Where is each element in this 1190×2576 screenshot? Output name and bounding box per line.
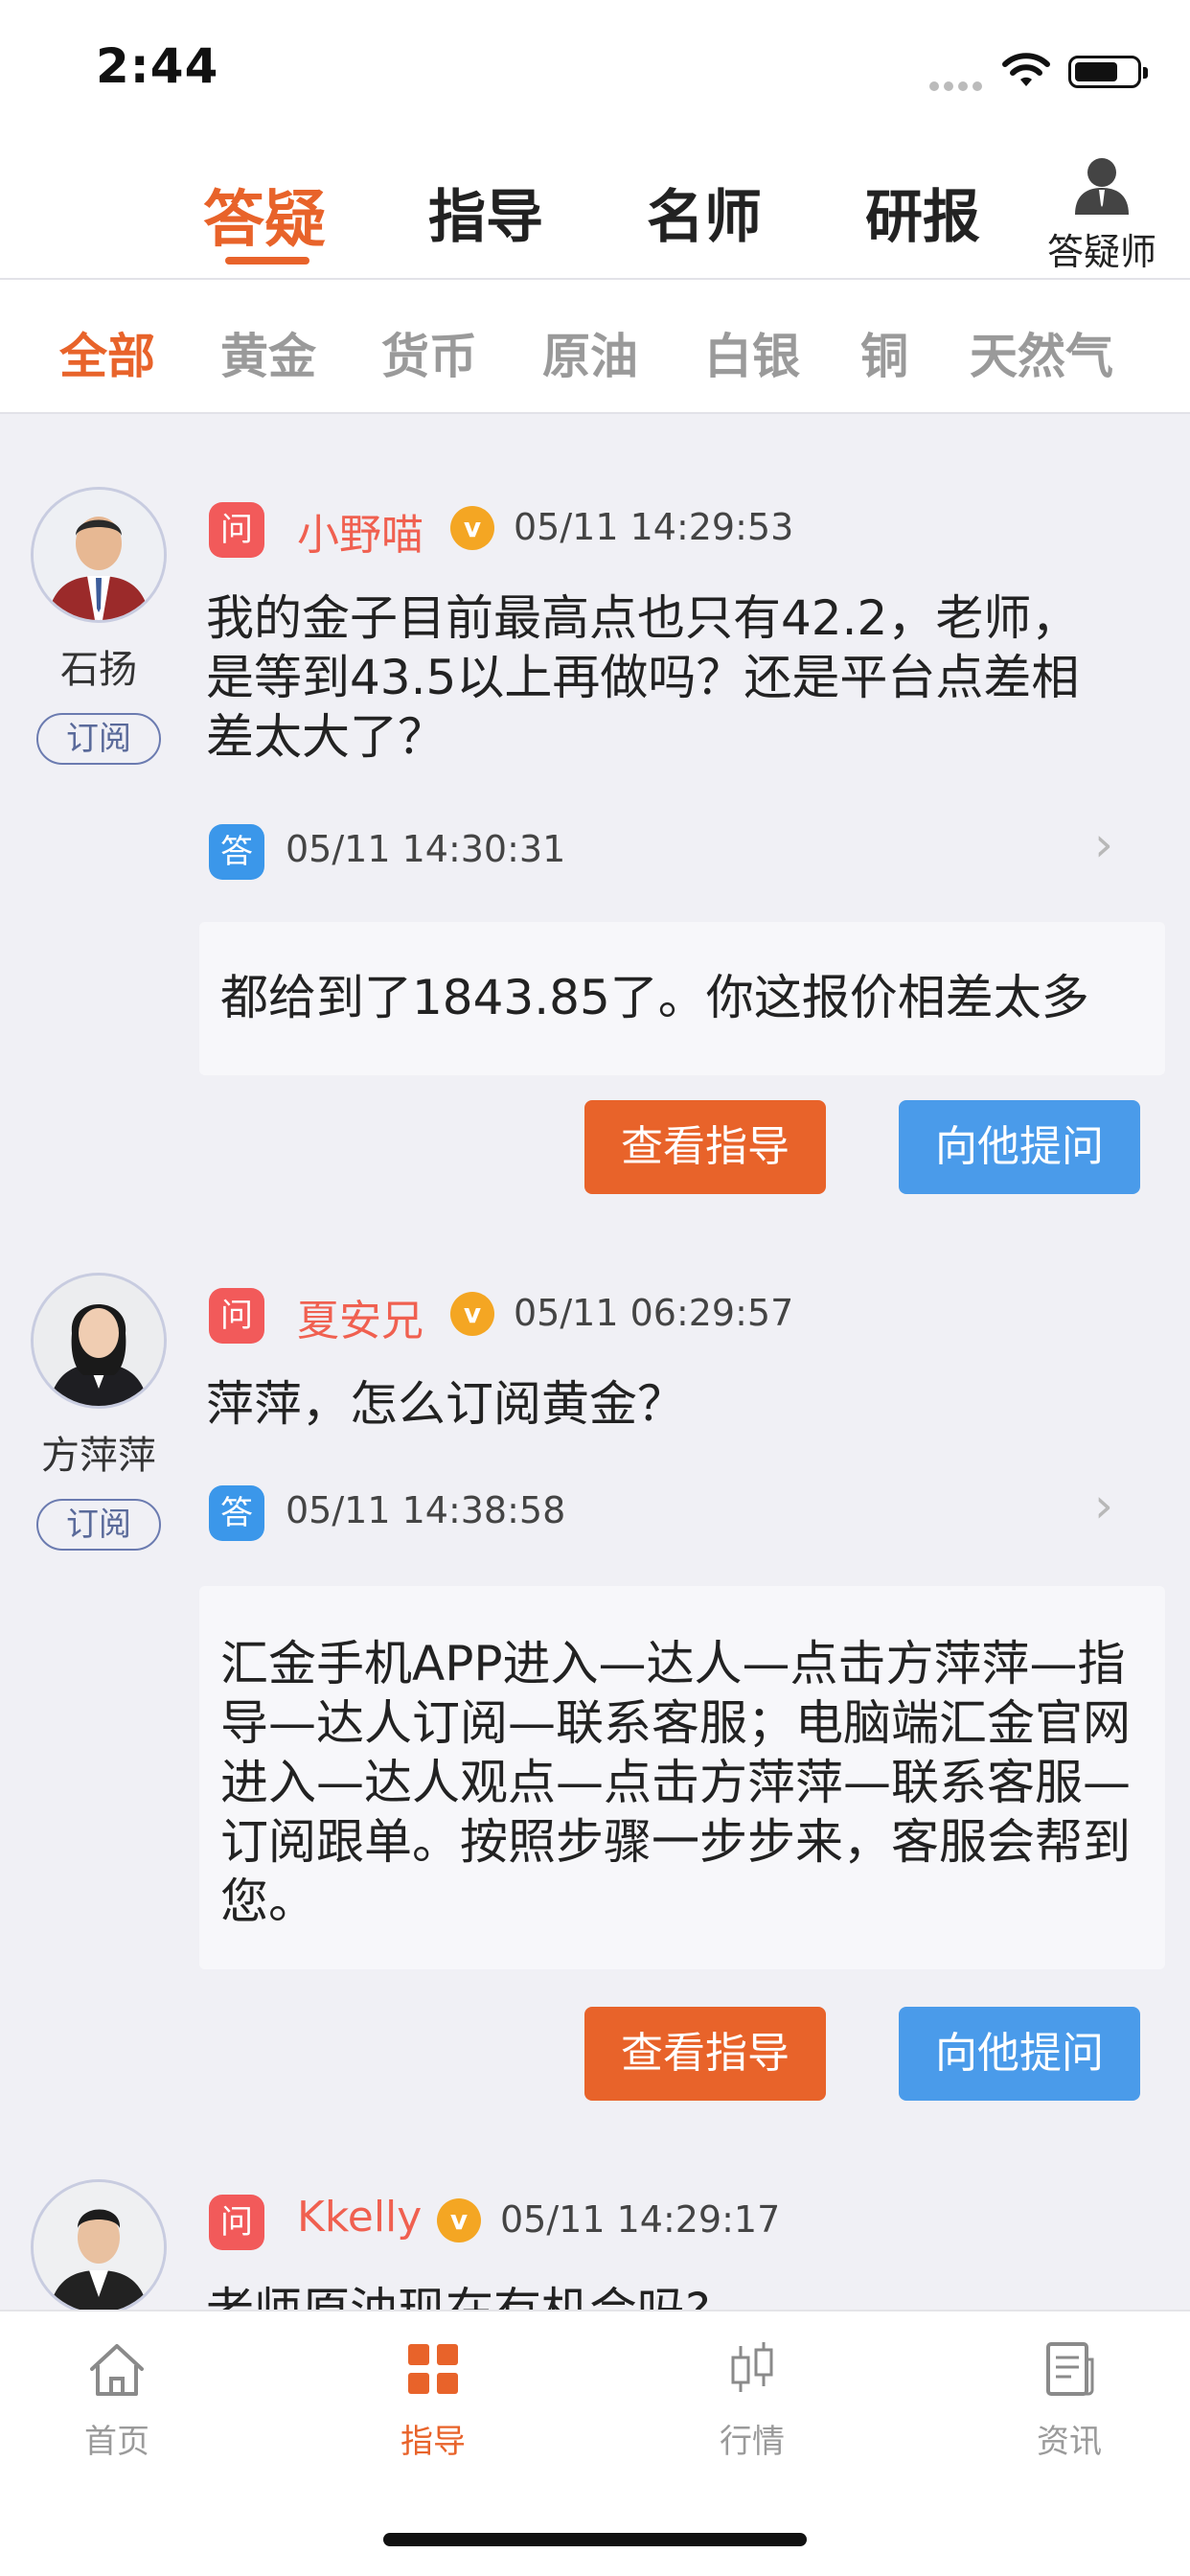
nav-market[interactable]: 行情 [675, 2340, 829, 2462]
avatar[interactable] [31, 2179, 167, 2310]
chevron-right-icon[interactable]: › [1094, 1478, 1113, 1533]
category-copper[interactable]: 铜 [860, 318, 908, 387]
cellular-signal-icon [929, 77, 987, 91]
answer-badge: 答 [209, 1485, 264, 1541]
qa-teacher-button[interactable]: 答疑师 [1035, 155, 1169, 275]
category-crude-oil[interactable]: 原油 [542, 318, 638, 387]
answer-time: 05/11 14:30:31 [286, 828, 566, 870]
nav-guidance-label: 指导 [400, 2423, 466, 2461]
vip-icon: v [450, 1292, 494, 1336]
qa-card: 问 Kkelly v 05/11 14:29:17 老师原油现在有机会吗? [0, 2172, 1190, 2310]
answer-text: 汇金手机APP进入—达人—点击方萍萍—指导—达人订阅—联系客服；电脑端汇金官网进… [220, 1636, 1131, 1929]
ask-him-button[interactable]: 向他提问 [899, 2007, 1140, 2101]
answer-text: 都给到了1843.85了。你这报价相差太多 [220, 970, 1089, 1025]
question-text: 萍萍，怎么订阅黄金？ [206, 1376, 685, 1432]
nav-news-label: 资讯 [1037, 2423, 1102, 2461]
asker-name: 小野喵 [297, 511, 423, 560]
subscribe-button[interactable]: 订阅 [36, 1499, 161, 1551]
question-text: 我的金子目前最高点也只有42.2，老师，是等到43.5以上再做吗？还是平台点差相… [206, 590, 1080, 765]
question-time: 05/11 14:29:17 [500, 2198, 781, 2241]
status-bar: 2:44 [0, 0, 1190, 134]
asker-name: 夏安兄 [297, 1297, 423, 1346]
answer-box: 汇金手机APP进入—达人—点击方萍萍—指导—达人订阅—联系客服；电脑端汇金官网进… [199, 1586, 1165, 1969]
candlestick-icon [731, 2342, 773, 2392]
teacher-avatar-icon [1075, 158, 1129, 215]
question-time: 05/11 06:29:57 [514, 1292, 794, 1334]
subscribe-button[interactable]: 订阅 [36, 713, 161, 765]
category-silver[interactable]: 白银 [704, 318, 800, 387]
nav-home-label: 首页 [84, 2423, 149, 2461]
answer-box: 都给到了1843.85了。你这报价相差太多 [199, 922, 1165, 1075]
answer-time: 05/11 14:38:58 [286, 1489, 566, 1531]
category-filter-bar: 全部 黄金 货币 原油 白银 铜 天然气 [0, 278, 1190, 414]
category-currency[interactable]: 货币 [381, 318, 477, 387]
avatar[interactable] [31, 1273, 167, 1409]
status-time: 2:44 [96, 38, 219, 94]
question-badge: 问 [209, 1288, 264, 1344]
wifi-icon [1002, 53, 1050, 86]
active-tab-indicator [225, 257, 309, 264]
home-icon [90, 2344, 144, 2396]
answer-badge: 答 [209, 824, 264, 880]
chevron-right-icon[interactable]: › [1094, 816, 1113, 872]
category-natural-gas[interactable]: 天然气 [970, 318, 1113, 387]
teacher-name: 方萍萍 [41, 1434, 156, 1478]
question-badge: 问 [209, 502, 264, 558]
view-guidance-button[interactable]: 查看指导 [584, 1100, 826, 1194]
home-indicator [383, 2533, 807, 2546]
vip-icon: v [450, 506, 494, 550]
qa-teacher-label: 答疑师 [1046, 231, 1156, 273]
avatar[interactable] [31, 487, 167, 623]
tab-qa[interactable]: 答疑 [203, 171, 326, 259]
view-guidance-button[interactable]: 查看指导 [584, 2007, 826, 2101]
question-badge: 问 [209, 2195, 264, 2250]
category-gold[interactable]: 黄金 [220, 318, 316, 387]
battery-icon [1068, 56, 1148, 88]
nav-market-label: 行情 [720, 2423, 785, 2461]
category-all[interactable]: 全部 [59, 318, 155, 387]
news-icon [1046, 2342, 1094, 2396]
nav-guidance[interactable]: 指导 [356, 2340, 510, 2462]
tab-famous-teachers[interactable]: 名师 [647, 171, 762, 254]
vip-icon: v [437, 2198, 481, 2242]
ask-him-button[interactable]: 向他提问 [899, 1100, 1140, 1194]
asker-name: Kkelly [297, 2193, 423, 2242]
top-tab-bar: 答疑 指导 名师 研报 答疑师 [0, 134, 1190, 278]
grid-icon [408, 2344, 458, 2394]
tab-guidance[interactable]: 指导 [428, 171, 543, 254]
nav-home[interactable]: 首页 [40, 2340, 194, 2462]
tab-research[interactable]: 研报 [865, 171, 980, 254]
question-time: 05/11 14:29:53 [514, 506, 794, 548]
question-text: 老师原油现在有机会吗? [206, 2281, 1126, 2310]
nav-news[interactable]: 资讯 [993, 2340, 1146, 2462]
teacher-name: 石扬 [60, 648, 137, 692]
